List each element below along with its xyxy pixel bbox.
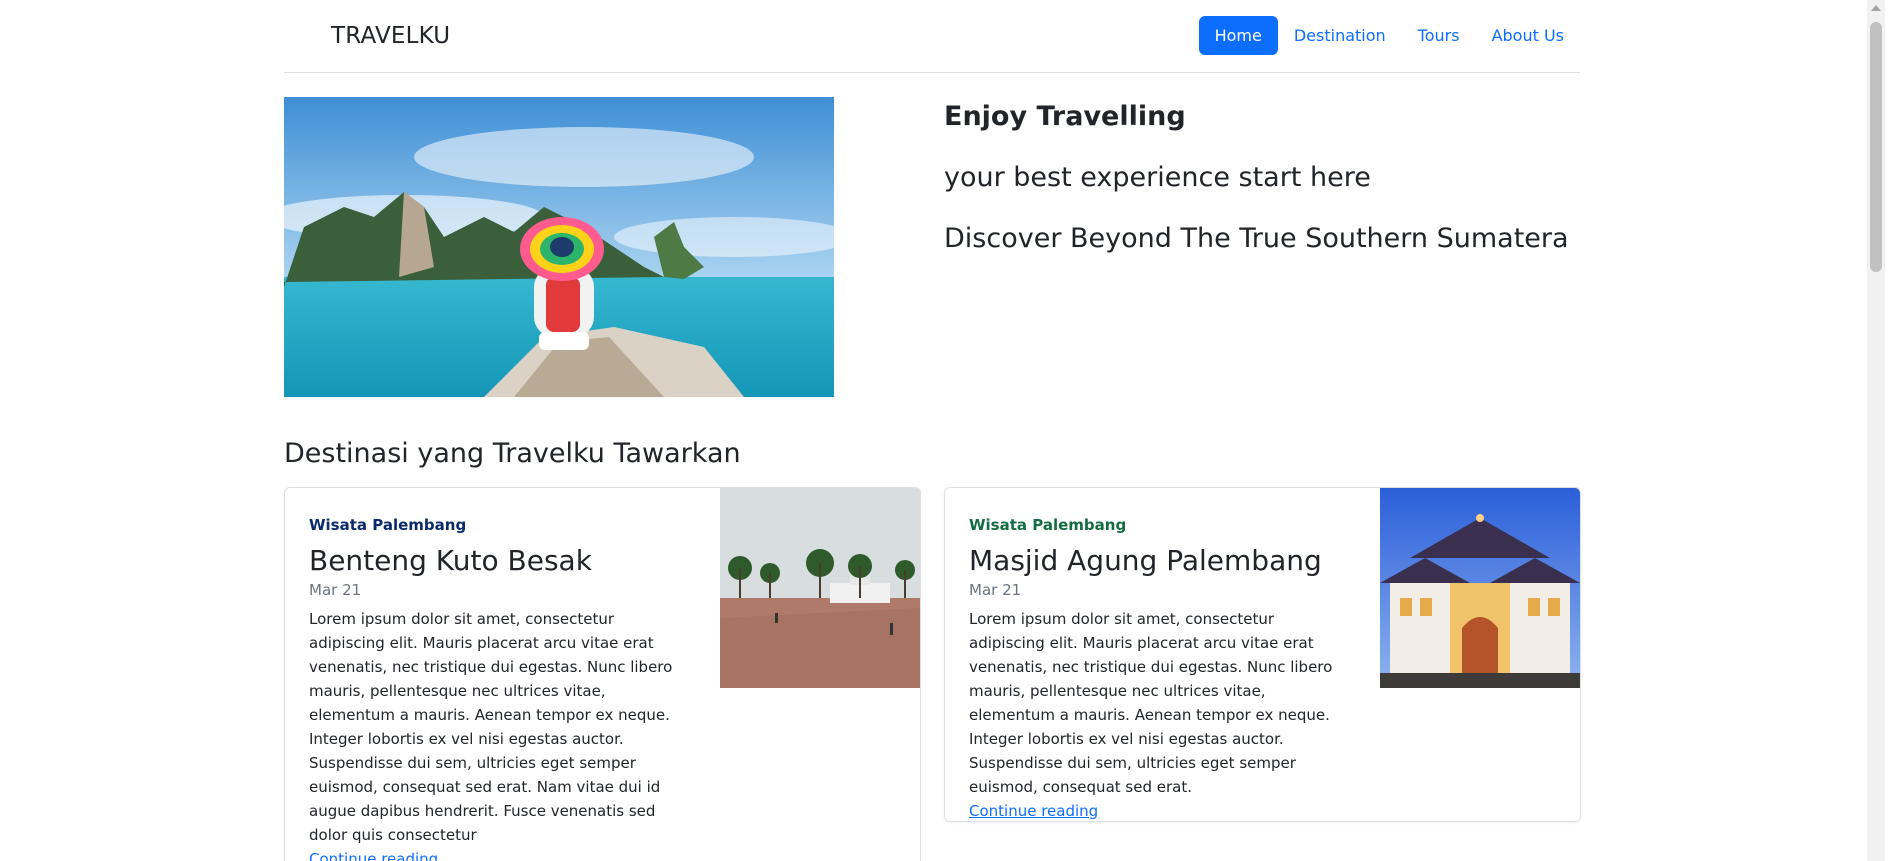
scroll-up-icon[interactable] [1871,5,1881,11]
section-title: Destinasi yang Travelku Tawarkan [284,438,741,469]
nav-about-us[interactable]: About Us [1476,16,1580,55]
card-title: Benteng Kuto Besak [309,544,592,577]
nav-home[interactable]: Home [1198,16,1278,55]
card-text: Lorem ipsum dolor sit amet, consectetur … [309,610,673,844]
card-text: Lorem ipsum dolor sit amet, consectetur … [969,610,1333,796]
card-image [1380,488,1580,688]
card-category: Wisata Palembang [969,516,1127,534]
scroll-thumb[interactable] [1870,22,1882,272]
header: TRAVELKU Home Destination Tours About Us [284,0,1580,73]
main-nav: Home Destination Tours About Us [1198,16,1580,55]
page: TRAVELKU Home Destination Tours About Us [0,0,1885,861]
nav-tours[interactable]: Tours [1402,16,1476,55]
card-body: Wisata Palembang Masjid Agung Palembang … [969,516,1354,821]
hero-image [284,97,834,397]
continue-reading-link[interactable]: Continue reading [969,799,1098,821]
brand-logo[interactable]: TRAVELKU [331,23,450,49]
vertical-scrollbar[interactable] [1867,0,1885,861]
continue-reading-link[interactable]: Continue reading [309,847,438,861]
hero-title: Enjoy Travelling [944,101,1186,132]
nav-destination[interactable]: Destination [1278,16,1402,55]
hero-section: Enjoy Travelling your best experience st… [284,97,1580,397]
card-date: Mar 21 [969,581,1022,599]
hero-subtitle: your best experience start here [944,162,1371,193]
card-body: Wisata Palembang Benteng Kuto Besak Mar … [309,516,694,861]
hero-text: Enjoy Travelling your best experience st… [944,97,1569,254]
hero-tagline: Discover Beyond The True Southern Sumate… [944,223,1569,254]
destination-cards: Wisata Palembang Benteng Kuto Besak Mar … [284,487,1581,861]
card-title: Masjid Agung Palembang [969,544,1322,577]
card-date: Mar 21 [309,581,362,599]
card-category: Wisata Palembang [309,516,467,534]
card-image [720,488,920,688]
destination-card: Wisata Palembang Masjid Agung Palembang … [944,487,1581,822]
destination-card: Wisata Palembang Benteng Kuto Besak Mar … [284,487,921,861]
